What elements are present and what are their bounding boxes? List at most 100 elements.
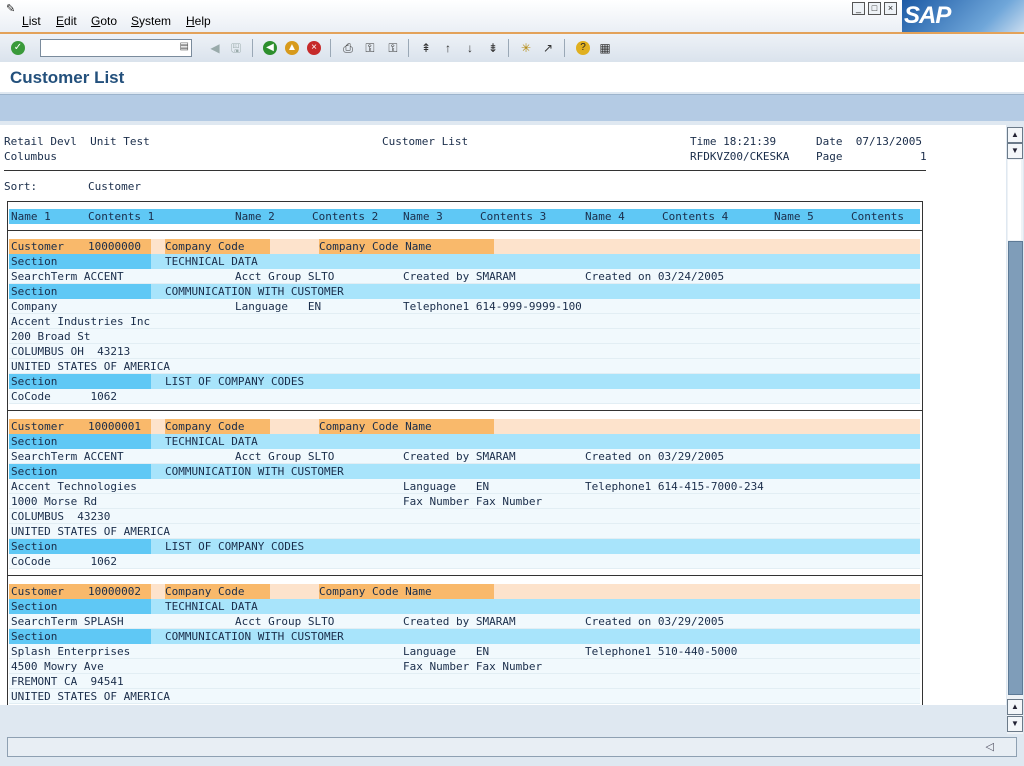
header-page-number: 1 — [920, 150, 927, 163]
comm-telephone: Telephone1 510-440-5000 — [585, 645, 738, 658]
header-program: RFDKVZ00/CKESKA — [690, 150, 790, 163]
search-term: SearchTerm SPLASH — [11, 615, 124, 628]
section-communication: COMMUNICATION WITH CUSTOMER — [165, 285, 344, 298]
title-bar: Customer List — [0, 62, 1024, 92]
company-code-name-label: Company Code Name — [319, 420, 432, 433]
section-label: Section — [11, 465, 58, 478]
header-location: Columbus — [4, 150, 57, 163]
section-technical-data: TECHNICAL DATA — [165, 255, 258, 268]
address-line: 4500 Mowry Ave — [11, 660, 104, 673]
create-session-icon[interactable]: ✳ — [518, 40, 534, 56]
save-icon[interactable]: 🖫 — [228, 40, 244, 56]
comm-fax: Fax Number Fax Number — [403, 495, 543, 508]
address-line: Accent Industries Inc — [11, 315, 151, 328]
find-icon[interactable]: ⚿ — [362, 40, 378, 56]
menu-edit[interactable]: Edit — [56, 14, 77, 28]
application-toolbar — [0, 94, 1024, 121]
section-company-codes: LIST OF COMPANY CODES — [165, 540, 305, 553]
scroll-down-icon[interactable]: ▼ — [1007, 716, 1023, 732]
menu-goto[interactable]: Goto — [91, 14, 117, 28]
back-icon[interactable]: ◀ — [263, 41, 277, 55]
address-line: COLUMBUS 43230 — [11, 510, 111, 523]
cocode: CoCode 1062 — [11, 390, 117, 403]
layout-icon[interactable]: ▦ — [597, 40, 613, 56]
help-icon[interactable]: ? — [576, 41, 590, 55]
window-menu-icon[interactable]: ✎ — [6, 3, 20, 15]
customer-number[interactable]: 10000000 — [88, 239, 141, 254]
last-page-icon[interactable]: ⇟ — [485, 40, 501, 56]
acct-group: Acct Group SLTO — [235, 615, 335, 628]
address-line: UNITED STATES OF AMERICA — [11, 690, 170, 703]
scroll-thumb[interactable] — [1008, 241, 1023, 695]
minimize-icon[interactable]: _ — [852, 2, 865, 15]
menu-list[interactable]: List — [22, 14, 41, 28]
header-date: Date 07/13/2005 — [816, 135, 922, 148]
company-code-name-label: Company Code Name — [319, 240, 432, 253]
close-icon[interactable]: × — [884, 2, 897, 15]
sort-value: Customer — [88, 180, 141, 193]
scroll-up-icon[interactable]: ▲ — [1007, 127, 1023, 143]
company-code-label: Company Code — [165, 420, 245, 433]
customer-label: Customer — [11, 240, 64, 253]
address-line: COLUMBUS OH 43213 — [11, 345, 131, 358]
menu-bar: ✎ List Edit Goto System Help _ □ × SAP — [0, 0, 1024, 32]
created-by: Created by SMARAM — [403, 450, 516, 463]
shortcut-icon[interactable]: ↗ — [540, 40, 556, 56]
scroll-track[interactable] — [1008, 160, 1021, 240]
company-code-label: Company Code — [165, 585, 245, 598]
command-input[interactable] — [41, 42, 183, 58]
customer-number[interactable]: 10000001 — [88, 419, 141, 434]
section-communication: COMMUNICATION WITH CUSTOMER — [165, 465, 344, 478]
next-page-icon[interactable]: ↓ — [462, 40, 478, 56]
col-name-2[interactable]: Name 2 — [235, 209, 275, 224]
col-name-4[interactable]: Name 4 — [585, 209, 625, 224]
col-name-3[interactable]: Name 3 — [403, 209, 443, 224]
print-icon[interactable]: ⎙ — [340, 40, 356, 56]
address-line: UNITED STATES OF AMERICA — [11, 360, 170, 373]
standard-toolbar: ✓ ▤ ◀ 🖫 ◀ ▲ × ⎙ ⚿ ⚿ ⇞ ↑ ↓ ⇟ ✳ ↗ ? ▦ — [0, 32, 1024, 64]
comm-language: Language EN — [235, 300, 322, 313]
enter-icon[interactable]: ✓ — [11, 41, 25, 55]
col-name-1[interactable]: Name 1 — [11, 209, 51, 224]
header-system: Retail Devl Unit Test — [4, 135, 150, 148]
comm-telephone: Telephone1 614-999-9999-100 — [403, 300, 582, 313]
section-label: Section — [11, 600, 58, 613]
find-next-icon[interactable]: ⚿ — [385, 40, 401, 56]
exit-icon[interactable]: ▲ — [285, 41, 299, 55]
col-contents-3[interactable]: Contents 3 — [480, 209, 546, 224]
cancel-icon[interactable]: × — [307, 41, 321, 55]
scroll-page-up-icon[interactable]: ▼ — [1007, 143, 1023, 159]
command-field[interactable]: ▤ — [40, 39, 192, 58]
status-arrow-icon[interactable]: ◁ — [986, 740, 994, 753]
section-technical-data: TECHNICAL DATA — [165, 600, 258, 613]
menu-help[interactable]: Help — [186, 14, 211, 28]
back-arrow-icon[interactable]: ◀ — [207, 40, 223, 56]
col-name-5[interactable]: Name 5 — [774, 209, 814, 224]
header-report-title: Customer List — [382, 135, 469, 148]
section-company-codes: LIST OF COMPANY CODES — [165, 375, 305, 388]
page-title: Customer List — [10, 68, 125, 87]
section-communication: COMMUNICATION WITH CUSTOMER — [165, 630, 344, 643]
col-contents-4[interactable]: Contents 4 — [662, 209, 728, 224]
acct-group: Acct Group SLTO — [235, 450, 335, 463]
address-line: Accent Technologies — [11, 480, 137, 493]
created-on: Created on 03/29/2005 — [585, 450, 725, 463]
comm-language: Language EN — [403, 480, 490, 493]
sap-logo: SAP — [902, 0, 1024, 32]
col-contents-2[interactable]: Contents 2 — [312, 209, 378, 224]
section-technical-data: TECHNICAL DATA — [165, 435, 258, 448]
first-page-icon[interactable]: ⇞ — [418, 40, 434, 56]
cocode: CoCode 1062 — [11, 555, 117, 568]
customer-label: Customer — [11, 585, 64, 598]
previous-page-icon[interactable]: ↑ — [440, 40, 456, 56]
scroll-page-down-icon[interactable]: ▲ — [1007, 699, 1023, 715]
maximize-icon[interactable]: □ — [868, 2, 881, 15]
address-line: UNITED STATES OF AMERICA — [11, 525, 170, 538]
section-label: Section — [11, 375, 58, 388]
menu-system[interactable]: System — [131, 14, 171, 28]
vertical-scrollbar[interactable]: ▲ ▼ ▲ ▼ — [1007, 127, 1023, 734]
col-contents-1[interactable]: Contents 1 — [88, 209, 154, 224]
col-contents-5[interactable]: Contents — [851, 209, 904, 224]
customer-number[interactable]: 10000002 — [88, 584, 141, 599]
dropdown-icon[interactable]: ▤ — [180, 41, 189, 52]
